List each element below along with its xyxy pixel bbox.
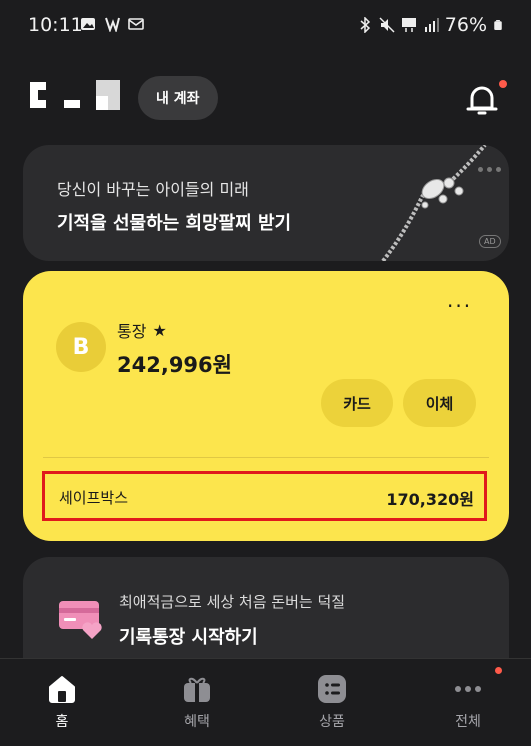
battery-percent: 76% [444, 14, 487, 36]
more-dots-icon [455, 686, 481, 692]
bluetooth-icon [360, 17, 370, 33]
promo-title: 기록통장 시작하기 [119, 627, 258, 648]
battery-icon [494, 20, 502, 30]
ad-banner[interactable]: 당신이 바꾸는 아이들의 미래 기적을 선물하는 희망팔찌 받기 AD [23, 145, 509, 261]
nav-benefit[interactable]: 혜택 [137, 659, 257, 746]
ad-subtitle: 당신이 바꾸는 아이들의 미래 [57, 180, 249, 199]
safebox-amount: 170,320원 [386, 490, 474, 509]
safebox-row[interactable]: 세이프박스 170,320원 [42, 471, 487, 521]
account-balance: 242,996원 [117, 353, 232, 377]
card-divider [43, 457, 489, 458]
nav-home[interactable]: 홈 [2, 659, 122, 746]
nav-home-label: 홈 [55, 714, 69, 730]
list-icon [318, 675, 346, 703]
ad-page-indicator [478, 167, 501, 172]
card-button[interactable]: 카드 [321, 379, 393, 427]
bank-logo-icon [30, 80, 120, 110]
mail-icon [128, 18, 144, 30]
more-options-icon[interactable]: ··· [447, 296, 472, 316]
status-time: 10:11 [28, 14, 83, 36]
nav-product[interactable]: 상품 [272, 659, 392, 746]
signal-icon [424, 18, 439, 32]
card-heart-icon [59, 601, 102, 639]
nav-all[interactable]: 전체 [408, 659, 528, 746]
gift-icon [184, 677, 210, 702]
app-v-icon [105, 17, 120, 32]
favorite-star-icon: ★ [152, 320, 167, 340]
status-system-icons: 76% [357, 14, 503, 36]
my-account-button[interactable]: 내 계좌 [138, 76, 218, 120]
account-card[interactable]: ··· B 통장 ★ 242,996원 카드 이체 세이프박스 170,320원 [23, 271, 509, 541]
status-bar: 10:11 76% [0, 0, 531, 52]
gallery-icon [81, 18, 95, 30]
promo-subtitle: 최애적금으로 세상 처음 돈버는 덕질 [119, 593, 346, 611]
notification-bell-icon[interactable] [462, 80, 502, 120]
nav-all-label: 전체 [455, 714, 481, 730]
nav-product-label: 상품 [319, 714, 345, 730]
notification-dot [499, 80, 507, 88]
nav-benefit-label: 혜택 [184, 714, 210, 730]
ad-badge: AD [479, 235, 501, 248]
safebox-label: 세이프박스 [59, 489, 129, 507]
bottom-navigation: 홈 혜택 상품 전체 [0, 658, 531, 746]
5g-icon [401, 18, 416, 32]
app-header: 내 계좌 [0, 70, 531, 126]
home-icon [49, 676, 75, 703]
account-name-row: 통장 ★ [117, 318, 167, 342]
transfer-button[interactable]: 이체 [403, 379, 476, 427]
ad-title: 기적을 선물하는 희망팔찌 받기 [57, 213, 292, 234]
status-notification-icons [80, 16, 144, 32]
avatar-letter: B [72, 334, 90, 360]
mute-icon [379, 17, 395, 33]
account-name: 통장 [117, 322, 147, 341]
nav-all-notification-dot [495, 667, 502, 674]
account-avatar: B [56, 322, 106, 372]
